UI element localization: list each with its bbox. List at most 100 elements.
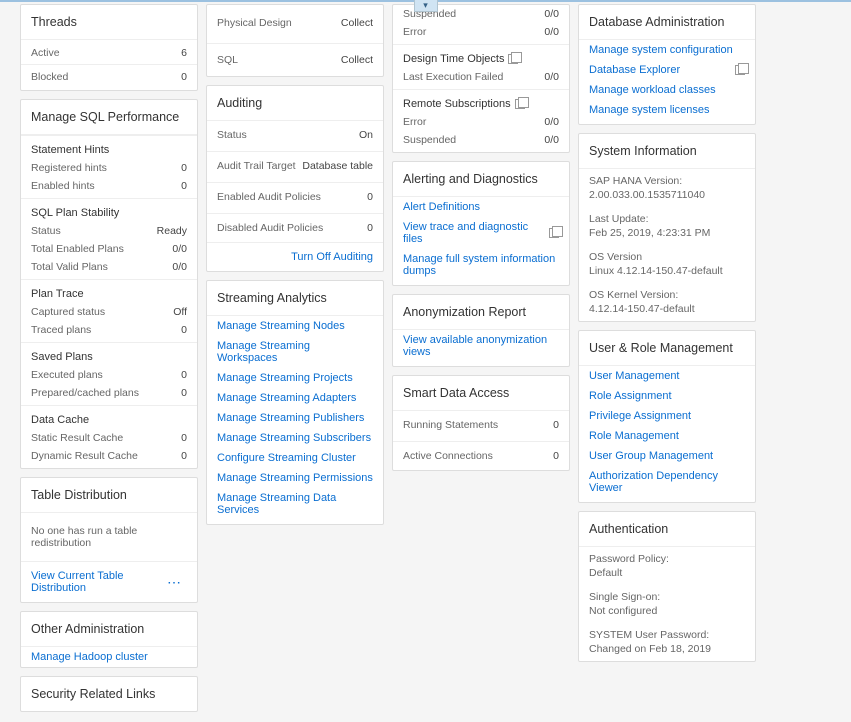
alerting-title: Alerting and Diagnostics: [393, 162, 569, 197]
label: Physical Design: [217, 17, 292, 29]
threads-card: Threads Active 6 Blocked 0: [20, 4, 198, 91]
value: 0: [181, 324, 187, 336]
sql-performance-card: Manage SQL Performance Statement Hints R…: [20, 99, 198, 469]
label: Running Statements: [403, 419, 498, 431]
active-connections-row: Active Connections0: [393, 441, 569, 470]
message: No one has run a table redistribution: [31, 525, 187, 549]
security-links-card: Security Related Links: [20, 676, 198, 712]
hana-version-value: 2.00.033.00.1535711040: [579, 187, 755, 207]
info-dumps-link[interactable]: Manage full system information dumps: [393, 249, 569, 285]
trace-files-link[interactable]: View trace and diagnostic files: [393, 217, 545, 249]
data-cache-title: Data Cache: [21, 405, 197, 429]
os-version-label: OS Version: [579, 245, 755, 263]
value: 0/0: [544, 71, 559, 83]
sqlperf-title: Manage SQL Performance: [21, 100, 197, 135]
db-admin-card: Database Administration Manage system co…: [578, 4, 756, 125]
anon-title: Anonymization Report: [393, 295, 569, 330]
tabledist-footer: View Current Table Distribution ⋯: [21, 561, 197, 602]
role-management-link[interactable]: Role Management: [579, 426, 755, 446]
table-distribution-card: Table Distribution No one has run a tabl…: [20, 477, 198, 603]
valid-plans-row: Total Valid Plans0/0: [21, 258, 197, 279]
replication-card: Suspended0/0 Error0/0 Design Time Object…: [392, 4, 570, 153]
audit-status-row: Status On: [207, 121, 383, 149]
streaming-permissions-link[interactable]: Manage Streaming Permissions: [207, 468, 383, 488]
static-cache-row: Static Result Cache0: [21, 429, 197, 447]
os-version-value: Linux 4.12.14-150.47-default: [579, 263, 755, 283]
auth-dependency-link[interactable]: Authorization Dependency Viewer: [579, 466, 755, 502]
remote-subs-title: Remote Subscriptions: [393, 89, 569, 113]
label: Status: [217, 129, 247, 141]
user-group-link[interactable]: User Group Management: [579, 446, 755, 466]
label: SQL: [217, 54, 238, 66]
last-exec-row: Last Execution Failed0/0: [393, 68, 569, 89]
saved-plans-title: Saved Plans: [21, 342, 197, 366]
open-external-icon[interactable]: [508, 54, 518, 64]
label: Prepared/cached plans: [31, 387, 139, 399]
value: On: [359, 129, 373, 141]
workload-classes-link[interactable]: Manage workload classes: [579, 80, 755, 100]
smart-data-access-card: Smart Data Access Running Statements0 Ac…: [392, 375, 570, 471]
value: Database table: [302, 160, 373, 172]
dyn-cache-row: Dynamic Result Cache0: [21, 447, 197, 468]
value: 0/0: [544, 116, 559, 128]
value: 0: [367, 222, 373, 234]
streaming-subscribers-link[interactable]: Manage Streaming Subscribers: [207, 428, 383, 448]
more-icon[interactable]: ⋯: [161, 574, 187, 591]
anon-views-link[interactable]: View available anonymization views: [393, 330, 569, 366]
label: Active: [31, 47, 60, 59]
alerting-card: Alerting and Diagnostics Alert Definitio…: [392, 161, 570, 286]
statement-hints-title: Statement Hints: [21, 135, 197, 159]
streaming-dataservices-link[interactable]: Manage Streaming Data Services: [207, 488, 383, 524]
open-external-icon[interactable]: [515, 99, 525, 109]
label: Enabled hints: [31, 180, 95, 192]
value: 0: [367, 191, 373, 203]
role-assignment-link[interactable]: Role Assignment: [579, 386, 755, 406]
hadoop-link[interactable]: Manage Hadoop cluster: [21, 647, 197, 667]
enab-hints-row: Enabled hints0: [21, 177, 197, 198]
label: Remote Subscriptions: [403, 98, 511, 110]
expand-chevron[interactable]: ▾: [414, 0, 438, 12]
streaming-adapters-link[interactable]: Manage Streaming Adapters: [207, 388, 383, 408]
view-table-distribution-link[interactable]: View Current Table Distribution: [31, 570, 161, 594]
plan-stability-title: SQL Plan Stability: [21, 198, 197, 222]
system-licenses-link[interactable]: Manage system licenses: [579, 100, 755, 124]
db-explorer-link[interactable]: Database Explorer: [579, 60, 731, 80]
sso-label: Single Sign-on:: [579, 585, 755, 603]
plan-status-row: StatusReady: [21, 222, 197, 240]
system-pw-label: SYSTEM User Password:: [579, 623, 755, 641]
streaming-nodes-link[interactable]: Manage Streaming Nodes: [207, 316, 383, 336]
value: Ready: [157, 225, 187, 237]
label: Total Valid Plans: [31, 261, 108, 273]
streaming-cluster-link[interactable]: Configure Streaming Cluster: [207, 448, 383, 468]
column-1: Threads Active 6 Blocked 0 Manage SQL Pe…: [20, 4, 198, 712]
pw-policy-label: Password Policy:: [579, 547, 755, 565]
physical-design-row: Physical Design Collect: [207, 5, 383, 41]
streaming-publishers-link[interactable]: Manage Streaming Publishers: [207, 408, 383, 428]
system-info-card: System Information SAP HANA Version: 2.0…: [578, 133, 756, 322]
open-external-icon[interactable]: [549, 228, 559, 238]
alert-definitions-link[interactable]: Alert Definitions: [393, 197, 569, 217]
userrole-title: User & Role Management: [579, 331, 755, 366]
column-3: Suspended0/0 Error0/0 Design Time Object…: [392, 4, 570, 712]
label: Active Connections: [403, 450, 493, 462]
column-2: Physical Design Collect SQL Collect Audi…: [206, 4, 384, 712]
auditing-card: Auditing StatusOn Audit Trail TargetData…: [206, 85, 384, 272]
value: Collect: [341, 17, 373, 29]
value: 0/0: [172, 243, 187, 255]
rs-susp-row: Suspended0/0: [393, 131, 569, 152]
chevron-down-icon: ▾: [423, 0, 428, 11]
last-update-value: Feb 25, 2019, 4:23:31 PM: [579, 225, 755, 245]
label: Disabled Audit Policies: [217, 222, 323, 234]
pw-policy-value: Default: [579, 565, 755, 585]
kernel-version-value: 4.12.14-150.47-default: [579, 301, 755, 321]
value: 0: [181, 450, 187, 462]
user-management-link[interactable]: User Management: [579, 366, 755, 386]
label: Total Enabled Plans: [31, 243, 124, 255]
streaming-workspaces-link[interactable]: Manage Streaming Workspaces: [207, 336, 383, 368]
turn-off-auditing-link[interactable]: Turn Off Auditing: [291, 251, 373, 263]
open-external-icon[interactable]: [735, 65, 745, 75]
system-config-link[interactable]: Manage system configuration: [579, 40, 755, 60]
privilege-assignment-link[interactable]: Privilege Assignment: [579, 406, 755, 426]
user-role-card: User & Role Management User Management R…: [578, 330, 756, 503]
streaming-projects-link[interactable]: Manage Streaming Projects: [207, 368, 383, 388]
